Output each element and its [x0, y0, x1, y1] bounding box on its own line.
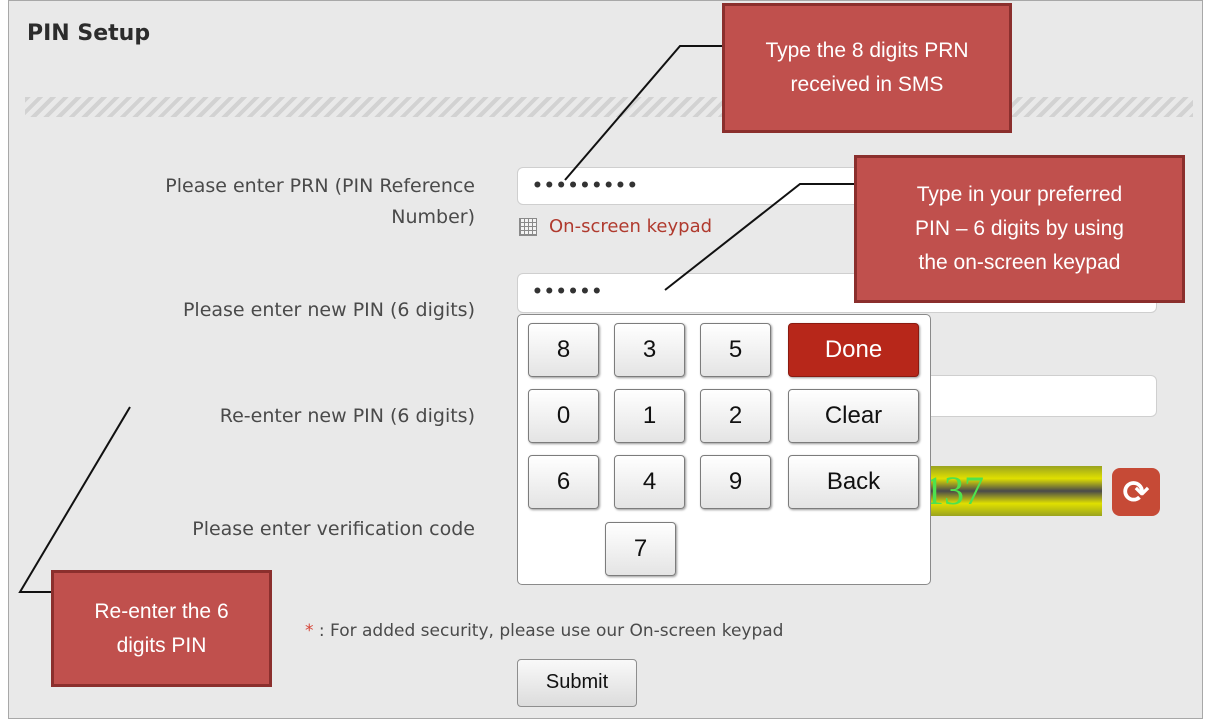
- prn-callout: Type the 8 digits PRN received in SMS: [722, 3, 1012, 133]
- new-pin-label: Please enter new PIN (6 digits): [182, 299, 475, 321]
- done-button[interactable]: Done: [788, 323, 919, 377]
- page-title: PIN Setup: [27, 21, 151, 46]
- onscreen-keypad-label: On-screen keypad: [549, 216, 713, 237]
- captcha-text: 137: [924, 468, 984, 513]
- security-note: * : For added security, please use our O…: [305, 621, 783, 641]
- onscreen-keypad-link[interactable]: On-screen keypad: [519, 216, 712, 237]
- verification-label: Please enter verification code: [192, 518, 475, 540]
- prn-label: Please enter PRN (PIN Reference Number): [69, 171, 475, 233]
- key-3[interactable]: 3: [614, 323, 685, 377]
- pin-callout: Type in your preferred PIN – 6 digits by…: [854, 155, 1185, 303]
- key-8[interactable]: 8: [528, 323, 599, 377]
- key-9[interactable]: 9: [700, 455, 771, 509]
- captcha-image: 137: [924, 466, 1102, 516]
- key-5[interactable]: 5: [700, 323, 771, 377]
- key-1[interactable]: 1: [614, 389, 685, 443]
- reenter-pin-label: Re-enter new PIN (6 digits): [219, 405, 475, 427]
- required-star: *: [305, 621, 314, 641]
- prn-label-line2: Number): [391, 206, 475, 228]
- prn-callout-line1: Type the 8 digits PRN: [765, 39, 969, 62]
- reenter-callout-line1: Re-enter the 6: [94, 599, 229, 623]
- submit-button[interactable]: Submit: [517, 659, 637, 707]
- key-6[interactable]: 6: [528, 455, 599, 509]
- onscreen-keypad: 8 3 5 Done 0 1 2 Clear 6 4 9 Back 7: [517, 314, 931, 585]
- clear-button[interactable]: Clear: [788, 389, 919, 443]
- pin-callout-line1: Type in your preferred: [916, 183, 1123, 206]
- key-7[interactable]: 7: [605, 522, 676, 576]
- refresh-icon[interactable]: ⟳: [1112, 468, 1160, 516]
- pin-callout-line2: PIN – 6 digits by using: [915, 217, 1124, 240]
- pin-callout-line3: the on-screen keypad: [918, 251, 1121, 274]
- key-4[interactable]: 4: [614, 455, 685, 509]
- prn-label-line1: Please enter PRN (PIN Reference: [165, 175, 475, 197]
- key-0[interactable]: 0: [528, 389, 599, 443]
- key-2[interactable]: 2: [700, 389, 771, 443]
- keypad-icon: [519, 217, 537, 236]
- reenter-callout: Re-enter the 6 digits PIN: [51, 570, 272, 687]
- prn-callout-line2: received in SMS: [790, 73, 944, 96]
- back-button[interactable]: Back: [788, 455, 919, 509]
- divider-stripe: [25, 97, 1193, 117]
- reenter-callout-line2: digits PIN: [116, 633, 207, 657]
- security-note-text: : For added security, please use our On-…: [313, 621, 784, 641]
